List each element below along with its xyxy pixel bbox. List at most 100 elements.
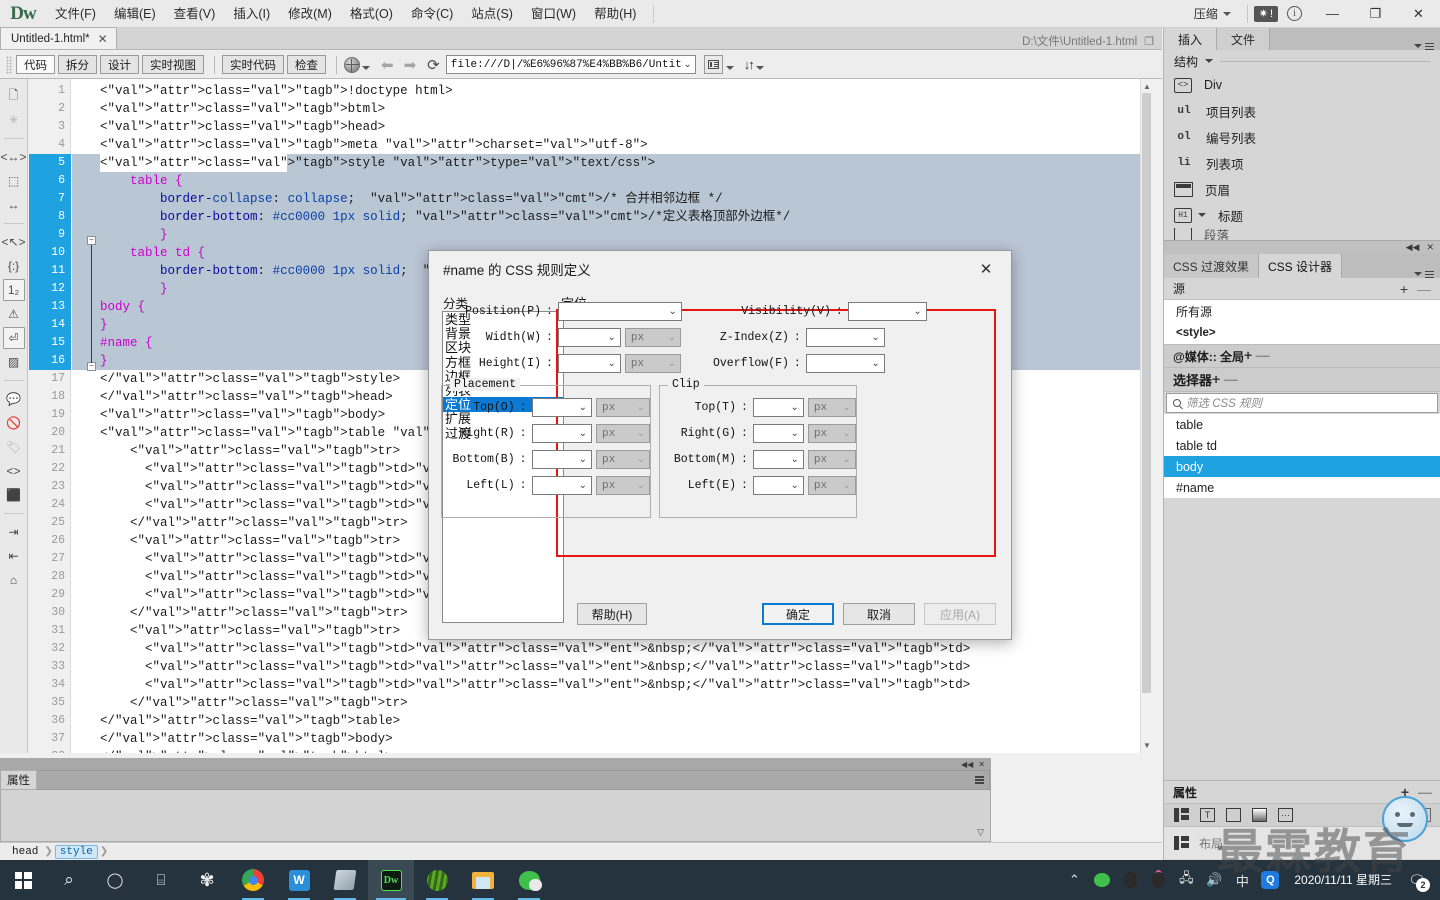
wechat-icon[interactable] [506, 860, 552, 900]
menu-view[interactable]: 查看(V) [165, 0, 225, 28]
panel-menu-icon[interactable] [1425, 270, 1434, 278]
file-management-icon[interactable] [703, 55, 723, 74]
menu-insert[interactable]: 插入(I) [224, 0, 279, 28]
insert-item-ordered-list[interactable]: ol 编号列表 [1164, 124, 1440, 150]
fan-icon[interactable]: ✾ [184, 860, 230, 900]
indent-code-icon[interactable]: ⇥ [3, 521, 25, 543]
close-icon[interactable]: ✕ [971, 255, 1001, 283]
chevron-down-icon[interactable] [1198, 213, 1206, 217]
text-category-icon[interactable]: T [1200, 808, 1215, 822]
insert-panel-menu[interactable] [1414, 42, 1440, 50]
chrome-icon[interactable] [230, 860, 276, 900]
tab-css-transitions[interactable]: CSS 过渡效果 [1164, 254, 1260, 278]
selector-item-table-td[interactable]: table td [1164, 435, 1440, 456]
selector-item-body[interactable]: body [1164, 456, 1440, 477]
network-icon[interactable]: 🖧 [1172, 860, 1200, 900]
wps-icon[interactable]: W [276, 860, 322, 900]
tag-head[interactable]: head [8, 846, 42, 858]
line-number-6[interactable]: 6 [29, 172, 71, 190]
forward-icon[interactable]: ➡ [399, 56, 422, 74]
insert-item-list-item[interactable]: li 列表项 [1164, 150, 1440, 176]
chevron-down-icon[interactable] [725, 65, 734, 70]
source-item-all[interactable]: 所有源 [1164, 300, 1440, 322]
code-line-21[interactable]: <"val">"attr">class="val">"tagb">tr> [72, 442, 400, 460]
line-number-7[interactable]: 7 [29, 190, 71, 208]
qq-penguin-icon[interactable] [1116, 860, 1144, 900]
insert-item-div[interactable]: <> Div [1164, 72, 1440, 98]
line-number-34[interactable]: 34 [29, 676, 71, 694]
line-number-25[interactable]: 25 [29, 514, 71, 532]
menu-help[interactable]: 帮助(H) [585, 0, 645, 28]
highlight-invalid-icon[interactable]: ⚠ [3, 303, 25, 325]
store-icon[interactable] [322, 860, 368, 900]
menu-commands[interactable]: 命令(C) [402, 0, 462, 28]
code-line-25[interactable]: </"val">"attr">class="val">"tagb">tr> [72, 514, 408, 532]
view-code-button[interactable]: 代码 [16, 55, 55, 74]
remove-comment-icon[interactable]: 🚫 [3, 412, 25, 434]
code-line-17[interactable]: </"val">"attr">class="val">"tagb">style> [72, 370, 400, 388]
cortana-icon[interactable]: ◯ [92, 860, 138, 900]
syntax-color-icon[interactable]: ▨ [3, 351, 25, 373]
wrap-tag-icon[interactable]: 🏷 [3, 436, 25, 458]
clip-select-3[interactable]: ⌄ [752, 450, 804, 469]
help-button[interactable]: 帮助(H) [577, 603, 647, 625]
visibility-select[interactable]: ⌄ [847, 302, 927, 321]
menu-file[interactable]: 文件(F) [46, 0, 105, 28]
line-number-38[interactable]: 38 [29, 748, 71, 753]
code-line-3[interactable]: <"val">"attr">class="val">"tagb">head> [72, 118, 385, 136]
line-number-18[interactable]: 18 [29, 388, 71, 406]
notification-center-icon[interactable]: 🗨 2 [1402, 860, 1432, 900]
close-icon[interactable]: ✕ [978, 760, 985, 769]
selector-filter-input[interactable]: 筛选 CSS 规则 [1166, 393, 1438, 413]
code-line-26[interactable]: <"val">"attr">class="val">"tagb">tr> [72, 532, 400, 550]
more-category-icon[interactable]: ⋯ [1278, 808, 1293, 822]
dreamweaver-icon[interactable]: Dw [368, 860, 414, 900]
close-icon[interactable]: ✕ [98, 32, 108, 46]
line-number-11[interactable]: 11 [29, 262, 71, 280]
document-tab-untitled[interactable]: Untitled-1.html* ✕ [0, 27, 117, 49]
panel-menu-icon[interactable] [975, 776, 984, 784]
live-code-button[interactable]: 实时代码 [222, 55, 284, 74]
back-icon[interactable]: ⬅ [376, 56, 399, 74]
code-line-7[interactable]: border-collapse: collapse; "val">"attr">… [72, 190, 723, 208]
code-line-31[interactable]: <"val">"attr">class="val">"tagb">tr> [72, 622, 400, 640]
line-number-2[interactable]: 2 [29, 100, 71, 118]
line-number-21[interactable]: 21 [29, 442, 71, 460]
code-line-13[interactable]: body { [72, 298, 145, 316]
border-category-icon[interactable] [1226, 808, 1241, 822]
add-source-button[interactable]: + [1400, 282, 1408, 296]
insert-item-paragraph[interactable]: 段落 [1164, 228, 1440, 240]
code-line-14[interactable]: } [72, 316, 108, 334]
line-number-28[interactable]: 28 [29, 568, 71, 586]
line-number-13[interactable]: 13 [29, 298, 71, 316]
word-wrap-icon[interactable]: ⏎ [2, 327, 25, 349]
insert-category-selector[interactable]: 结构 [1164, 50, 1440, 72]
close-button[interactable]: ✕ [1397, 1, 1440, 27]
code-line-12[interactable]: } [72, 280, 168, 298]
line-number-5[interactable]: 5 [29, 154, 71, 172]
line-number-22[interactable]: 22 [29, 460, 71, 478]
scroll-up-icon[interactable]: ▲ [1143, 82, 1151, 91]
workspace-switcher[interactable]: 压缩 [1184, 5, 1241, 22]
line-number-29[interactable]: 29 [29, 586, 71, 604]
remove-selector-button[interactable]: — [1224, 371, 1238, 387]
select-parent-tag-icon[interactable]: <↖> [1, 231, 25, 253]
remove-property-button[interactable]: — [1418, 785, 1432, 799]
scrollbar-thumb[interactable] [1142, 93, 1151, 693]
collapse-icon[interactable]: ◀◀ [961, 760, 973, 769]
address-bar[interactable]: file:///D|/%E6%96%87%E4%BB%B6/Untitled ⌄ [445, 55, 696, 74]
editor-scrollbar[interactable]: ▲ ▼ [1140, 79, 1151, 753]
line-number-27[interactable]: 27 [29, 550, 71, 568]
collapse-icon[interactable]: ◀◀ [1406, 242, 1420, 253]
refresh-icon[interactable]: ⟳ [421, 56, 446, 74]
restore-button[interactable]: ❐ [1354, 1, 1397, 27]
ok-button[interactable]: 确定 [762, 603, 834, 625]
placement-unit-2[interactable]: px ⌄ [596, 424, 650, 443]
line-number-37[interactable]: 37 [29, 730, 71, 748]
width-unit-select[interactable]: px ⌄ [624, 328, 681, 347]
taskbar-clock[interactable]: 2020/11/11 星期三 [1284, 873, 1402, 888]
outdent-code-icon[interactable]: ⇤ [3, 545, 25, 567]
code-line-30[interactable]: </"val">"attr">class="val">"tagb">tr> [72, 604, 408, 622]
background-category-icon[interactable] [1252, 808, 1267, 822]
layout-category-icon[interactable] [1174, 808, 1189, 822]
